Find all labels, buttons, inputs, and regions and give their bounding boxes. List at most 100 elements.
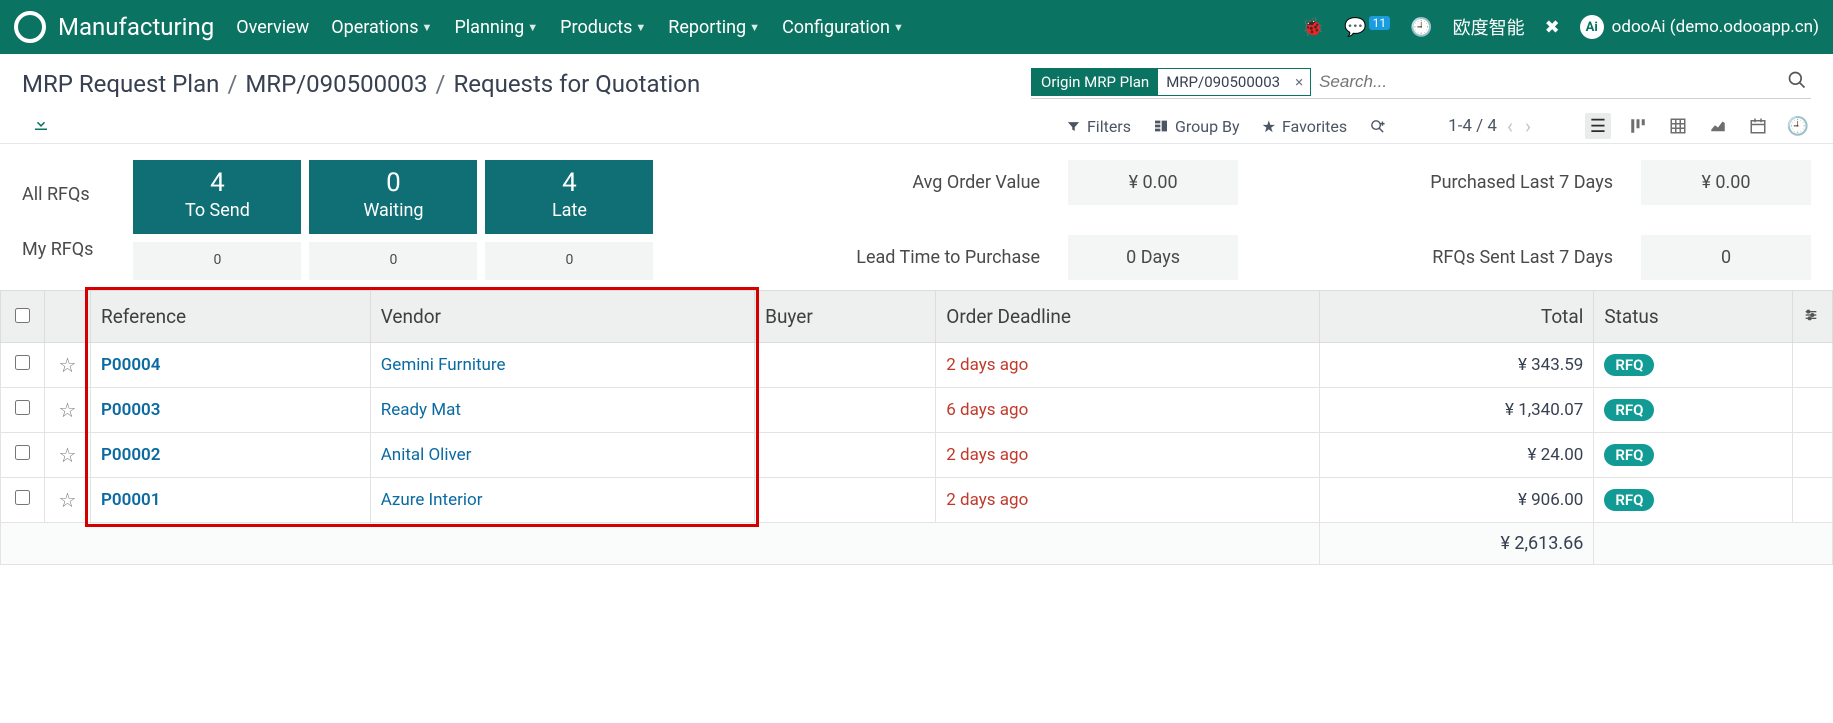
breadcrumb-current: Requests for Quotation xyxy=(453,70,700,98)
caret-down-icon: ▼ xyxy=(527,21,538,34)
cell-deadline: 2 days ago xyxy=(936,433,1320,478)
metric-lead-value[interactable]: 0 Days xyxy=(1068,235,1238,280)
vendor-link[interactable]: Ready Mat xyxy=(381,400,461,420)
user-menu[interactable]: Ai odooAi (demo.odooapp.cn) xyxy=(1580,15,1819,39)
row-select[interactable] xyxy=(1,433,45,478)
search-expand-icon[interactable] xyxy=(1369,118,1386,135)
row-priority[interactable]: ☆ xyxy=(45,388,91,433)
table-row[interactable]: ☆P00004Gemini Furniture2 days ago¥ 343.5… xyxy=(1,343,1833,388)
metric-sent7-label: RFQs Sent Last 7 Days xyxy=(1248,247,1631,268)
reference-link[interactable]: P00003 xyxy=(101,400,160,420)
menu-reporting[interactable]: Reporting▼ xyxy=(668,17,760,38)
vendor-link[interactable]: Anital Oliver xyxy=(381,445,472,465)
partner-label[interactable]: 欧度智能 xyxy=(1453,14,1525,40)
row-priority[interactable]: ☆ xyxy=(45,343,91,388)
row-priority[interactable]: ☆ xyxy=(45,433,91,478)
col-options[interactable] xyxy=(1793,291,1833,343)
menu-label: Products xyxy=(560,17,632,38)
col-total[interactable]: Total xyxy=(1320,291,1594,343)
col-vendor[interactable]: Vendor xyxy=(370,291,754,343)
table-container: Reference Vendor Buyer Order Deadline To… xyxy=(0,290,1833,565)
view-calendar-icon[interactable] xyxy=(1745,113,1771,139)
deadline-text: 2 days ago xyxy=(946,445,1028,465)
dash-label-my[interactable]: My RFQs xyxy=(22,239,93,260)
tools-icon[interactable]: ✖ xyxy=(1545,17,1560,38)
row-checkbox[interactable] xyxy=(15,490,30,505)
search-input[interactable] xyxy=(1317,68,1777,96)
breadcrumb-root[interactable]: MRP Request Plan xyxy=(22,70,219,98)
facet-remove-icon[interactable]: × xyxy=(1288,73,1310,91)
vendor-link[interactable]: Gemini Furniture xyxy=(381,355,506,375)
pager-prev-icon[interactable]: ‹ xyxy=(1505,114,1515,138)
view-graph-icon[interactable] xyxy=(1705,113,1731,139)
col-reference[interactable]: Reference xyxy=(91,291,371,343)
app-brand[interactable]: Manufacturing xyxy=(14,11,214,43)
tile-to-send[interactable]: 4To Send xyxy=(133,160,301,234)
clock-icon[interactable]: 🕘 xyxy=(1410,17,1432,38)
view-list-icon[interactable]: ☰ xyxy=(1585,113,1611,139)
app-name: Manufacturing xyxy=(58,13,214,41)
row-checkbox[interactable] xyxy=(15,355,30,370)
vendor-link[interactable]: Azure Interior xyxy=(381,490,483,510)
row-select[interactable] xyxy=(1,343,45,388)
tile-to-send-mine[interactable]: 0 xyxy=(133,242,301,281)
menu-products[interactable]: Products▼ xyxy=(560,17,646,38)
tile-waiting-mine[interactable]: 0 xyxy=(309,242,477,281)
view-activity-icon[interactable]: 🕘 xyxy=(1785,113,1811,139)
filters-button[interactable]: Filters xyxy=(1066,117,1131,136)
metric-avg-value[interactable]: ¥ 0.00 xyxy=(1068,160,1238,205)
cell-options xyxy=(1793,343,1833,388)
reference-link[interactable]: P00002 xyxy=(101,445,160,465)
row-select[interactable] xyxy=(1,478,45,523)
messages-button[interactable]: 💬 11 xyxy=(1344,17,1390,38)
row-checkbox[interactable] xyxy=(15,445,30,460)
cell-reference: P00002 xyxy=(91,433,371,478)
facet-label: Origin MRP Plan xyxy=(1032,69,1158,95)
favorites-label: Favorites xyxy=(1282,117,1347,136)
pager-next-icon[interactable]: › xyxy=(1523,114,1533,138)
ai-avatar-icon: Ai xyxy=(1580,15,1604,39)
col-status[interactable]: Status xyxy=(1594,291,1793,343)
col-deadline[interactable]: Order Deadline xyxy=(936,291,1320,343)
bug-icon[interactable]: 🐞 xyxy=(1302,17,1324,38)
menu-overview[interactable]: Overview xyxy=(236,17,309,38)
table-row[interactable]: ☆P00003Ready Mat6 days ago¥ 1,340.07RFQ xyxy=(1,388,1833,433)
reference-link[interactable]: P00001 xyxy=(101,490,160,510)
tile-waiting[interactable]: 0Waiting xyxy=(309,160,477,234)
favorites-button[interactable]: ★Favorites xyxy=(1262,117,1348,136)
menu-planning[interactable]: Planning▼ xyxy=(454,17,538,38)
menu-configuration[interactable]: Configuration▼ xyxy=(782,17,904,38)
metric-p7-label: Purchased Last 7 Days xyxy=(1248,172,1631,193)
col-buyer[interactable]: Buyer xyxy=(755,291,936,343)
reference-link[interactable]: P00004 xyxy=(101,355,160,375)
tile-late-mine[interactable]: 0 xyxy=(485,242,653,281)
row-select[interactable] xyxy=(1,388,45,433)
pager-text[interactable]: 1-4 / 4 xyxy=(1448,116,1497,136)
metric-p7-value[interactable]: ¥ 0.00 xyxy=(1641,160,1811,205)
metric-sent7-value[interactable]: 0 xyxy=(1641,235,1811,280)
view-kanban-icon[interactable] xyxy=(1625,113,1651,139)
download-icon[interactable] xyxy=(22,115,50,138)
table-row[interactable]: ☆P00002Anital Oliver2 days ago¥ 24.00RFQ xyxy=(1,433,1833,478)
select-all-checkbox[interactable] xyxy=(15,308,30,323)
table-row[interactable]: ☆P00001Azure Interior2 days ago¥ 906.00R… xyxy=(1,478,1833,523)
view-pivot-icon[interactable] xyxy=(1665,113,1691,139)
row-checkbox[interactable] xyxy=(15,400,30,415)
cell-total: ¥ 24.00 xyxy=(1320,433,1594,478)
col-select-all[interactable] xyxy=(1,291,45,343)
tile-num: 4 xyxy=(485,168,653,198)
dash-label-all[interactable]: All RFQs xyxy=(22,184,93,205)
menu-operations[interactable]: Operations▼ xyxy=(331,17,432,38)
main-navbar: Manufacturing Overview Operations▼ Plann… xyxy=(0,0,1833,54)
groupby-button[interactable]: Group By xyxy=(1153,117,1240,136)
breadcrumb-doc[interactable]: MRP/090500003 xyxy=(245,70,427,98)
tile-late[interactable]: 4Late xyxy=(485,160,653,234)
row-priority[interactable]: ☆ xyxy=(45,478,91,523)
search-icon[interactable] xyxy=(1783,70,1811,95)
navbar-right: 🐞 💬 11 🕘 欧度智能 ✖ Ai odooAi (demo.odooapp.… xyxy=(1302,14,1819,40)
odoo-logo-icon xyxy=(14,11,46,43)
control-panel: MRP Request Plan / MRP/090500003 / Reque… xyxy=(0,54,1833,144)
breadcrumb: MRP Request Plan / MRP/090500003 / Reque… xyxy=(22,70,700,98)
cell-total: ¥ 343.59 xyxy=(1320,343,1594,388)
footer-spacer2 xyxy=(1594,523,1833,565)
